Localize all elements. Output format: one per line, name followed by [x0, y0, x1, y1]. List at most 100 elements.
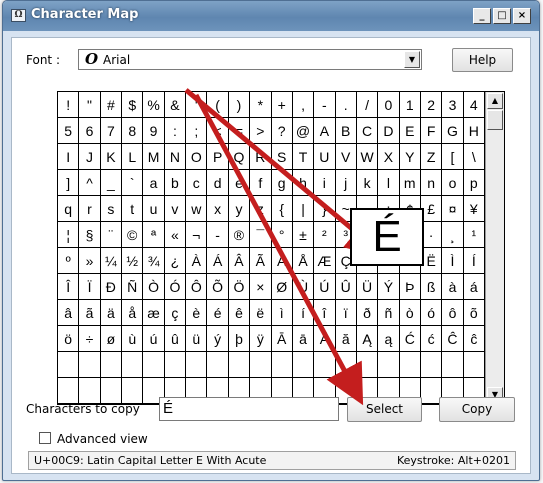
character-cell[interactable]: ± [292, 222, 315, 248]
character-cell[interactable]: f [250, 170, 272, 196]
character-cell[interactable]: á [463, 274, 485, 300]
character-cell[interactable]: _ [100, 170, 123, 196]
character-cell[interactable]: v [164, 196, 187, 222]
character-cell[interactable]: z [250, 196, 272, 222]
character-cell[interactable]: 5 [58, 118, 80, 144]
character-cell[interactable]: e [228, 170, 251, 196]
character-cell[interactable] [79, 352, 101, 378]
character-cell[interactable]: 9 [143, 118, 165, 144]
character-cell[interactable]: Ù [292, 274, 315, 300]
character-cell[interactable]: P [207, 144, 229, 170]
character-cell[interactable]: ó [420, 300, 443, 326]
character-cell[interactable] [143, 352, 165, 378]
character-cell[interactable]: Þ [399, 274, 421, 300]
character-cell[interactable]: £ [420, 196, 443, 222]
character-cell[interactable]: à [442, 274, 464, 300]
character-cell[interactable]: r [79, 196, 101, 222]
character-cell[interactable] [420, 352, 443, 378]
character-cell[interactable] [378, 352, 400, 378]
character-cell[interactable]: s [100, 196, 123, 222]
character-cell[interactable] [463, 352, 485, 378]
character-cell[interactable]: V [335, 144, 357, 170]
character-cell[interactable]: K [100, 144, 123, 170]
character-cell[interactable]: ª [143, 222, 165, 248]
character-cell[interactable]: þ [228, 326, 251, 352]
character-cell[interactable]: î [314, 300, 336, 326]
character-cell[interactable] [100, 352, 123, 378]
character-cell[interactable]: { [271, 196, 293, 222]
character-cell[interactable]: Ý [378, 274, 400, 300]
character-cell[interactable]: 6 [79, 118, 101, 144]
character-cell[interactable]: û [164, 326, 187, 352]
character-cell[interactable]: ï [335, 300, 357, 326]
character-cell[interactable]: ß [420, 274, 443, 300]
character-cell[interactable]: l [378, 170, 400, 196]
maximize-button[interactable]: □ [493, 8, 511, 24]
character-cell[interactable] [335, 352, 357, 378]
character-cell[interactable]: ! [58, 92, 80, 118]
character-cell[interactable]: a [143, 170, 165, 196]
character-cell[interactable]: 3 [442, 92, 464, 118]
character-cell[interactable]: ñ [378, 300, 400, 326]
copy-button[interactable]: Copy [439, 397, 515, 422]
character-cell[interactable]: Ñ [122, 274, 144, 300]
character-cell[interactable]: * [250, 92, 272, 118]
character-cell[interactable]: í [292, 300, 315, 326]
character-cell[interactable]: ç [164, 300, 187, 326]
character-cell[interactable]: Ã [250, 248, 272, 274]
character-cell[interactable]: Î [58, 274, 80, 300]
character-cell[interactable]: » [79, 248, 101, 274]
character-cell[interactable]: ¯ [250, 222, 272, 248]
character-cell[interactable]: ö [58, 326, 80, 352]
character-cell[interactable]: À [186, 248, 208, 274]
character-cell[interactable]: Â [228, 248, 251, 274]
character-cell[interactable]: E [399, 118, 421, 144]
advanced-view-checkbox[interactable] [39, 432, 51, 444]
character-cell[interactable]: G [442, 118, 464, 144]
character-cell[interactable]: º [58, 248, 80, 274]
character-cell[interactable]: ÷ [79, 326, 101, 352]
character-cell[interactable]: Ì [442, 248, 464, 274]
character-cell[interactable]: | [292, 196, 315, 222]
character-cell[interactable]: w [186, 196, 208, 222]
character-cell[interactable]: @ [292, 118, 315, 144]
character-cell[interactable]: o [442, 170, 464, 196]
character-cell[interactable]: 4 [463, 92, 485, 118]
character-cell[interactable]: n [420, 170, 443, 196]
character-cell[interactable]: Ë [420, 248, 443, 274]
character-cell[interactable]: ¿ [164, 248, 187, 274]
character-cell[interactable]: Ï [79, 274, 101, 300]
character-cell[interactable]: ? [271, 118, 293, 144]
character-cell[interactable]: N [164, 144, 187, 170]
character-cell[interactable] [164, 352, 187, 378]
character-cell[interactable]: Å [292, 248, 315, 274]
character-cell[interactable]: ë [250, 300, 272, 326]
character-cell[interactable]: ° [271, 222, 293, 248]
character-cell[interactable]: ā [292, 326, 315, 352]
character-cell[interactable] [122, 352, 144, 378]
character-cell[interactable]: ð [356, 300, 379, 326]
character-cell[interactable]: ( [207, 92, 229, 118]
character-cell[interactable]: 0 [378, 92, 400, 118]
character-cell[interactable]: ® [228, 222, 251, 248]
character-cell[interactable]: X [378, 144, 400, 170]
character-cell[interactable]: ø [100, 326, 123, 352]
chevron-down-icon[interactable]: ▼ [404, 51, 420, 68]
character-cell[interactable]: B [335, 118, 357, 144]
character-cell[interactable]: C [356, 118, 379, 144]
character-cell[interactable]: < [207, 118, 229, 144]
character-cell[interactable]: Q [228, 144, 251, 170]
character-cell[interactable]: \ [463, 144, 485, 170]
character-cell[interactable]: å [122, 300, 144, 326]
character-cell[interactable]: ü [186, 326, 208, 352]
character-cell[interactable]: ¨ [100, 222, 123, 248]
character-cell[interactable]: % [143, 92, 165, 118]
character-cell[interactable]: Õ [207, 274, 229, 300]
character-cell[interactable] [186, 352, 208, 378]
character-cell[interactable]: Ą [356, 326, 379, 352]
character-cell[interactable]: Ó [164, 274, 187, 300]
character-cell[interactable]: = [228, 118, 251, 144]
character-cell[interactable] [314, 352, 336, 378]
character-cell[interactable]: ¤ [442, 196, 464, 222]
character-cell[interactable]: U [314, 144, 336, 170]
